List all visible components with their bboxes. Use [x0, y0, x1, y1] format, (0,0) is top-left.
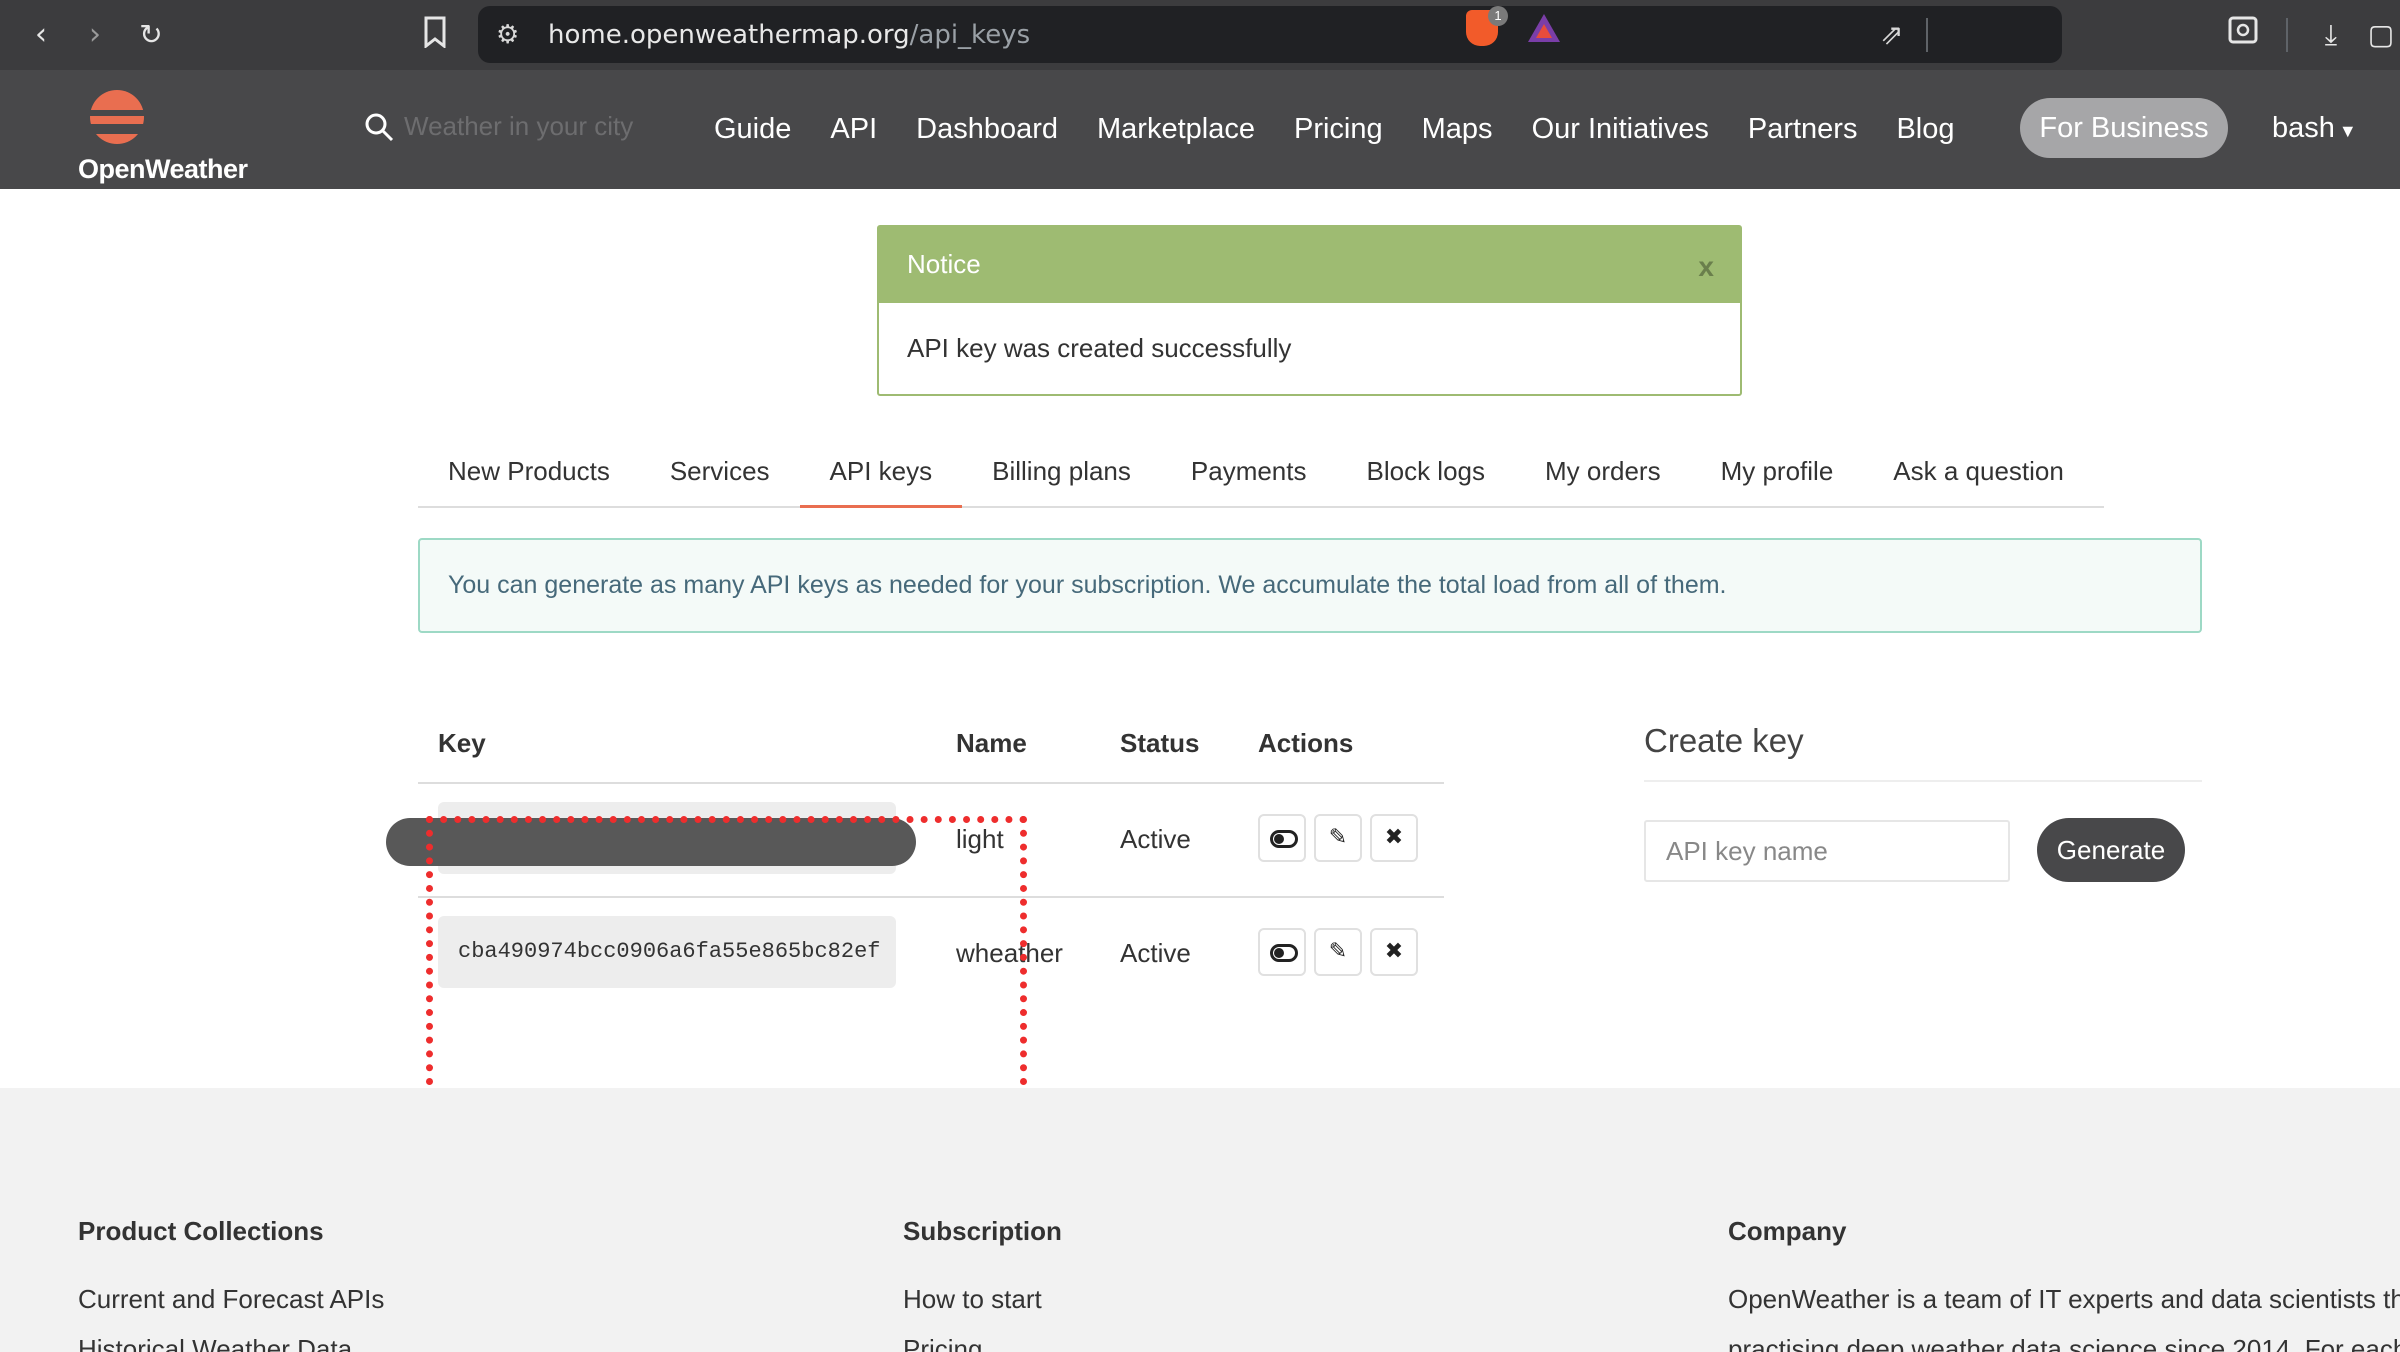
site-navbar: OpenWeather Guide API Dashboard Marketpl… — [0, 70, 2400, 189]
edit-key-button[interactable]: ✎ — [1314, 928, 1362, 976]
toggle-icon — [1270, 944, 1298, 962]
tab-api-keys[interactable]: API keys — [799, 444, 963, 508]
notice-message: API key was created successfully — [907, 333, 1292, 363]
url-text[interactable]: home.openweathermap.org/api_keys — [548, 20, 1030, 50]
delete-icon: ✖ — [1384, 939, 1404, 964]
footer-link-how-to-start[interactable]: How to start — [903, 1284, 1042, 1315]
api-key-name-input[interactable] — [1644, 820, 2010, 882]
divider — [2286, 18, 2288, 52]
user-menu[interactable]: bash ▼ — [2272, 112, 2357, 145]
footer-company-text: practising deep weather data science sin… — [1728, 1334, 2400, 1352]
tab-ask-a-question[interactable]: Ask a question — [1863, 444, 2094, 508]
footer-link-pricing[interactable]: Pricing — [903, 1334, 982, 1352]
footer-link-historical[interactable]: Historical Weather Data — [78, 1334, 352, 1352]
generate-button[interactable]: Generate — [2037, 818, 2185, 882]
info-text: You can generate as many API keys as nee… — [448, 571, 1727, 599]
footer-heading-subscription: Subscription — [903, 1216, 1062, 1246]
tab-new-products[interactable]: New Products — [418, 444, 640, 508]
header-name: Name — [956, 728, 1027, 758]
toggle-key-button[interactable] — [1258, 814, 1306, 862]
forward-icon[interactable]: › — [76, 16, 114, 54]
reload-icon[interactable]: ↻ — [132, 16, 170, 54]
notice-panel: Notice x API key was created successfull… — [877, 225, 1742, 396]
nav-maps[interactable]: Maps — [1422, 113, 1493, 146]
user-name: bash — [2272, 112, 2335, 144]
browser-toolbar: ‹ › ↻ ⚙ home.openweathermap.org/api_keys… — [0, 0, 2400, 70]
nav-menu: Guide API Dashboard Marketplace Pricing … — [714, 70, 1994, 189]
toggle-key-button[interactable] — [1258, 928, 1306, 976]
toggle-icon — [1270, 830, 1298, 848]
header-actions: Actions — [1258, 728, 1354, 758]
header-divider — [418, 782, 1444, 784]
bookmark-icon[interactable] — [416, 16, 454, 54]
notice-title: Notice — [907, 249, 981, 279]
logo-stripe — [88, 110, 158, 116]
share-icon[interactable]: ⇗ — [1880, 18, 1903, 51]
header-key: Key — [438, 728, 486, 758]
tab-my-orders[interactable]: My orders — [1515, 444, 1691, 508]
footer: Product Collections Current and Forecast… — [0, 1088, 2400, 1352]
divider — [1926, 18, 1928, 52]
nav-our-initiatives[interactable]: Our Initiatives — [1532, 113, 1709, 146]
logo-text: OpenWeather — [78, 154, 248, 184]
sidebar-icon[interactable] — [2224, 16, 2262, 54]
create-key-divider — [1644, 780, 2202, 782]
edit-key-button[interactable]: ✎ — [1314, 814, 1362, 862]
delete-icon: ✖ — [1384, 825, 1404, 850]
delete-key-button[interactable]: ✖ — [1370, 928, 1418, 976]
header-status: Status — [1120, 728, 1200, 758]
site-settings-icon[interactable]: ⚙ — [496, 20, 519, 50]
footer-link-current-forecast[interactable]: Current and Forecast APIs — [78, 1284, 384, 1315]
footer-heading-product-collections: Product Collections — [78, 1216, 324, 1246]
nav-blog[interactable]: Blog — [1896, 113, 1954, 146]
shield-count-badge: 1 — [1488, 6, 1508, 26]
search-icon[interactable] — [364, 112, 394, 142]
info-alert: You can generate as many API keys as nee… — [418, 538, 2202, 633]
nav-partners[interactable]: Partners — [1748, 113, 1858, 146]
delete-key-button[interactable]: ✖ — [1370, 814, 1418, 862]
nav-pricing[interactable]: Pricing — [1294, 113, 1383, 146]
nav-dashboard[interactable]: Dashboard — [916, 113, 1058, 146]
edit-icon: ✎ — [1328, 825, 1348, 850]
logo-stripe — [76, 124, 160, 134]
brave-rewards-inner — [1536, 24, 1552, 38]
account-tabs: New Products Services API keys Billing p… — [418, 444, 2104, 508]
key-status: Active — [1120, 938, 1191, 968]
tab-payments[interactable]: Payments — [1161, 444, 1337, 508]
city-search-input[interactable] — [404, 106, 654, 146]
nav-api[interactable]: API — [830, 113, 877, 146]
notice-header: Notice x — [879, 227, 1740, 303]
download-icon[interactable]: ⤓ — [2312, 16, 2350, 54]
window-icon[interactable]: ▢ — [2362, 16, 2400, 54]
edit-icon: ✎ — [1328, 939, 1348, 964]
footer-heading-company: Company — [1728, 1216, 1847, 1246]
nav-marketplace[interactable]: Marketplace — [1097, 113, 1255, 146]
create-key-title: Create key — [1644, 722, 1804, 759]
tab-billing-plans[interactable]: Billing plans — [962, 444, 1161, 508]
tab-block-logs[interactable]: Block logs — [1337, 444, 1516, 508]
for-business-button[interactable]: For Business — [2020, 98, 2228, 158]
tab-services[interactable]: Services — [640, 444, 800, 508]
highlight-box — [426, 816, 1027, 1099]
nav-guide[interactable]: Guide — [714, 113, 791, 146]
notice-close-button[interactable]: x — [1698, 251, 1714, 283]
footer-company-text: OpenWeather is a team of IT experts and … — [1728, 1284, 2400, 1314]
openweather-logo[interactable]: OpenWeather — [76, 90, 256, 184]
caret-down-icon: ▼ — [2338, 121, 2357, 141]
key-status: Active — [1120, 824, 1191, 854]
sun-logo-icon — [90, 90, 144, 144]
tab-my-profile[interactable]: My profile — [1691, 444, 1864, 508]
back-icon[interactable]: ‹ — [22, 16, 60, 54]
address-bar[interactable]: ⚙ home.openweathermap.org/api_keys ⇗ — [478, 6, 2062, 63]
